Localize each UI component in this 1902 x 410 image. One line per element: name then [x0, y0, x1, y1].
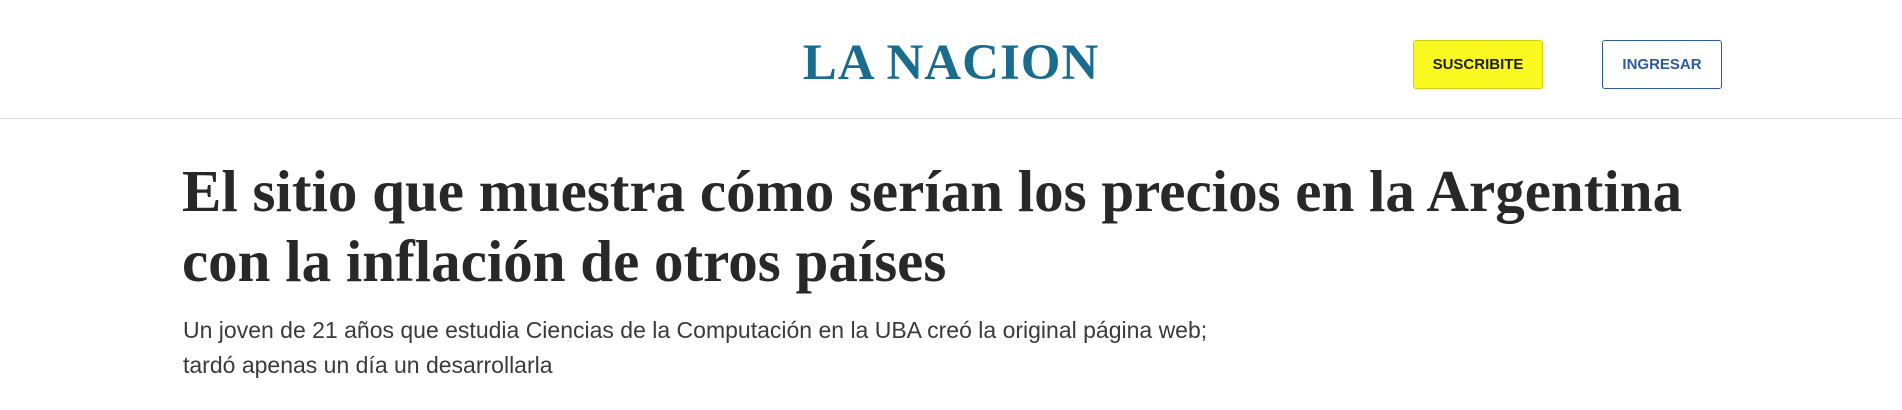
- site-header: LA NACION SUSCRIBITE INGRESAR: [0, 0, 1902, 119]
- site-logo[interactable]: LA NACION: [760, 30, 1142, 96]
- article-subheadline: Un joven de 21 años que estudia Ciencias…: [183, 317, 1208, 378]
- article-headline: El sitio que muestra cómo serían los pre…: [182, 158, 1683, 294]
- login-button[interactable]: INGRESAR: [1602, 40, 1722, 89]
- subscribe-button[interactable]: SUSCRIBITE: [1413, 40, 1543, 89]
